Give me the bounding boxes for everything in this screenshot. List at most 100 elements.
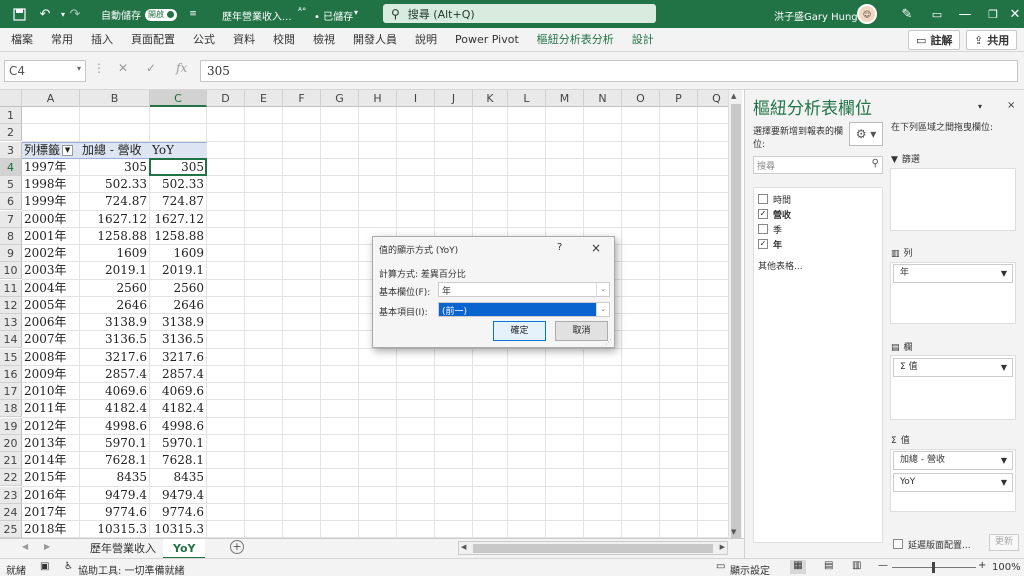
pivot-revenue-cell[interactable]: 8435 <box>82 469 147 486</box>
base-field-select[interactable]: 年 ⌄ <box>438 282 610 297</box>
sheet-next-icon[interactable]: ▶ <box>44 542 50 551</box>
pivot-year-cell[interactable]: 2007年 <box>24 331 77 348</box>
base-item-select[interactable]: (前一) ⌄ <box>438 302 610 317</box>
pen-icon[interactable]: ✎ <box>892 0 922 28</box>
vertical-scrollbar[interactable]: ▲ ▼ <box>728 90 742 544</box>
checkbox[interactable]: ✓ <box>758 209 768 219</box>
pivot-yoy-cell[interactable]: 8435 <box>152 469 204 486</box>
column-header-p[interactable]: P <box>660 90 698 107</box>
tab-design[interactable]: 設計 <box>623 28 663 52</box>
pivot-revenue-cell[interactable]: 4182.4 <box>82 400 147 417</box>
pivot-revenue-cell[interactable]: 4069.6 <box>82 383 147 400</box>
pivot-year-cell[interactable]: 2000年 <box>24 211 77 228</box>
column-header-e[interactable]: E <box>245 90 283 107</box>
pivot-revenue-cell[interactable]: 10315.3 <box>82 521 147 538</box>
scroll-up-icon[interactable]: ▲ <box>731 92 736 100</box>
pivot-yoy-cell[interactable]: 9774.6 <box>152 504 204 521</box>
zoom-level[interactable]: 100% <box>992 562 1021 573</box>
customize-qat-icon[interactable]: ≡ <box>182 3 204 25</box>
pivot-revenue-cell[interactable]: 9774.6 <box>82 504 147 521</box>
row-header-24[interactable]: 24 <box>0 503 22 521</box>
pivot-year-cell[interactable]: 2005年 <box>24 297 77 314</box>
column-header-j[interactable]: J <box>435 90 473 107</box>
pivot-revenue-cell[interactable]: 9479.4 <box>82 487 147 504</box>
row-header-8[interactable]: 8 <box>0 227 22 245</box>
pivot-yoy-cell[interactable]: 4182.4 <box>152 400 204 417</box>
pivot-year-cell[interactable]: 2013年 <box>24 435 77 452</box>
column-header-l[interactable]: L <box>508 90 546 107</box>
pane-close-icon[interactable]: × <box>1007 100 1015 111</box>
pivot-yoy-cell[interactable]: 3138.9 <box>152 314 204 331</box>
page-break-view-icon[interactable]: ▥ <box>852 560 861 571</box>
pivot-revenue-cell[interactable]: 2646 <box>82 297 147 314</box>
chevron-down-icon[interactable]: ▼ <box>1001 474 1007 491</box>
filter-dropdown-icon[interactable]: ▼ <box>62 144 74 156</box>
row-header-16[interactable]: 16 <box>0 365 22 383</box>
gear-icon[interactable]: ⚙ ▾ <box>849 122 883 146</box>
row-header-5[interactable]: 5 <box>0 176 22 193</box>
rows-field-values[interactable]: Σ 值 ▼ <box>893 358 1013 377</box>
pivot-yoy-cell[interactable]: 1627.12 <box>152 211 204 228</box>
tab-pivottable-analyze[interactable]: 樞紐分析表分析 <box>528 28 623 52</box>
cancel-icon[interactable]: ✕ <box>118 61 128 75</box>
zoom-out-icon[interactable]: — <box>878 560 888 571</box>
update-button[interactable]: 更新 <box>989 534 1019 551</box>
autosave-switch[interactable]: 開啟 <box>145 8 177 21</box>
search-icon[interactable]: ⚲ <box>872 158 879 169</box>
pivot-yoy-cell[interactable]: 4069.6 <box>152 383 204 400</box>
ok-button[interactable]: 確定 <box>493 321 546 341</box>
pivot-year-cell[interactable]: 2018年 <box>24 521 77 538</box>
sheet-tab-revenue[interactable]: 歷年營業收入 <box>80 539 166 559</box>
pivot-revenue-cell[interactable]: 1627.12 <box>82 211 147 228</box>
formula-input[interactable]: 305 <box>200 60 1018 82</box>
pivot-yoy-cell[interactable]: 724.87 <box>152 193 204 210</box>
column-header-a[interactable]: A <box>22 90 80 107</box>
redo-icon[interactable]: ↷ <box>64 3 86 25</box>
pivot-year-cell[interactable]: 2003年 <box>24 262 77 279</box>
minimize-icon[interactable]: — <box>950 0 980 28</box>
pane-options-icon[interactable]: ▾ <box>978 102 982 111</box>
pivot-year-cell[interactable]: 2014年 <box>24 452 77 469</box>
macro-record-icon[interactable]: ▣ <box>40 561 49 572</box>
values-field-yoy[interactable]: YoY ▼ <box>893 473 1013 492</box>
pivot-year-cell[interactable]: 1997年 <box>24 159 77 176</box>
pivot-yoy-cell[interactable]: 3136.5 <box>152 331 204 348</box>
tab-page-layout[interactable]: 頁面配置 <box>122 28 184 52</box>
tab-insert[interactable]: 插入 <box>82 28 122 52</box>
column-header-d[interactable]: D <box>207 90 245 107</box>
pivot-year-cell[interactable]: 2010年 <box>24 383 77 400</box>
close-icon[interactable]: ✕ <box>1000 0 1024 28</box>
select-all-corner[interactable] <box>0 90 22 107</box>
pivot-year-cell[interactable]: 2017年 <box>24 504 77 521</box>
column-header-h[interactable]: H <box>359 90 397 107</box>
pivot-year-cell[interactable]: 2011年 <box>24 400 77 417</box>
pivot-revenue-cell[interactable]: 2857.4 <box>82 366 147 383</box>
chevron-down-icon[interactable]: ▼ <box>1001 265 1007 282</box>
pivot-revenue-cell[interactable]: 4998.6 <box>82 418 147 435</box>
values-field-revenue[interactable]: 加總 - 營收 ▼ <box>893 451 1013 470</box>
pivot-revenue-cell[interactable]: 502.33 <box>82 176 147 193</box>
column-header-k[interactable]: K <box>473 90 508 107</box>
pivot-year-cell[interactable]: 2006年 <box>24 314 77 331</box>
normal-view-icon[interactable]: ▦ <box>790 560 806 574</box>
field-time[interactable]: 時間 <box>758 192 791 206</box>
tab-file[interactable]: 檔案 <box>2 28 42 52</box>
pivot-revenue-cell[interactable]: 1609 <box>82 245 147 262</box>
row-header-23[interactable]: 23 <box>0 486 22 504</box>
column-header-n[interactable]: N <box>584 90 622 107</box>
save-icon[interactable] <box>8 3 30 25</box>
pivot-yoy-cell[interactable]: 1258.88 <box>152 228 204 245</box>
row-header-1[interactable]: 1 <box>0 107 22 124</box>
row-header-9[interactable]: 9 <box>0 245 22 262</box>
scroll-left-icon[interactable]: ◀ <box>461 543 466 551</box>
pivot-year-cell[interactable]: 2001年 <box>24 228 77 245</box>
pivot-year-cell[interactable]: 2004年 <box>24 280 77 297</box>
search-box[interactable]: ⚲ 搜尋 (Alt+Q) <box>383 4 656 23</box>
save-status[interactable]: • 已儲存 <box>314 8 353 23</box>
checkbox[interactable]: ✓ <box>758 239 768 249</box>
sheet-tab-yoy[interactable]: YoY <box>163 539 206 559</box>
pivot-yoy-header[interactable]: YoY <box>152 142 204 159</box>
pivot-yoy-cell[interactable]: 502.33 <box>152 176 204 193</box>
row-header-6[interactable]: 6 <box>0 193 22 211</box>
help-icon[interactable]: ? <box>557 242 562 253</box>
